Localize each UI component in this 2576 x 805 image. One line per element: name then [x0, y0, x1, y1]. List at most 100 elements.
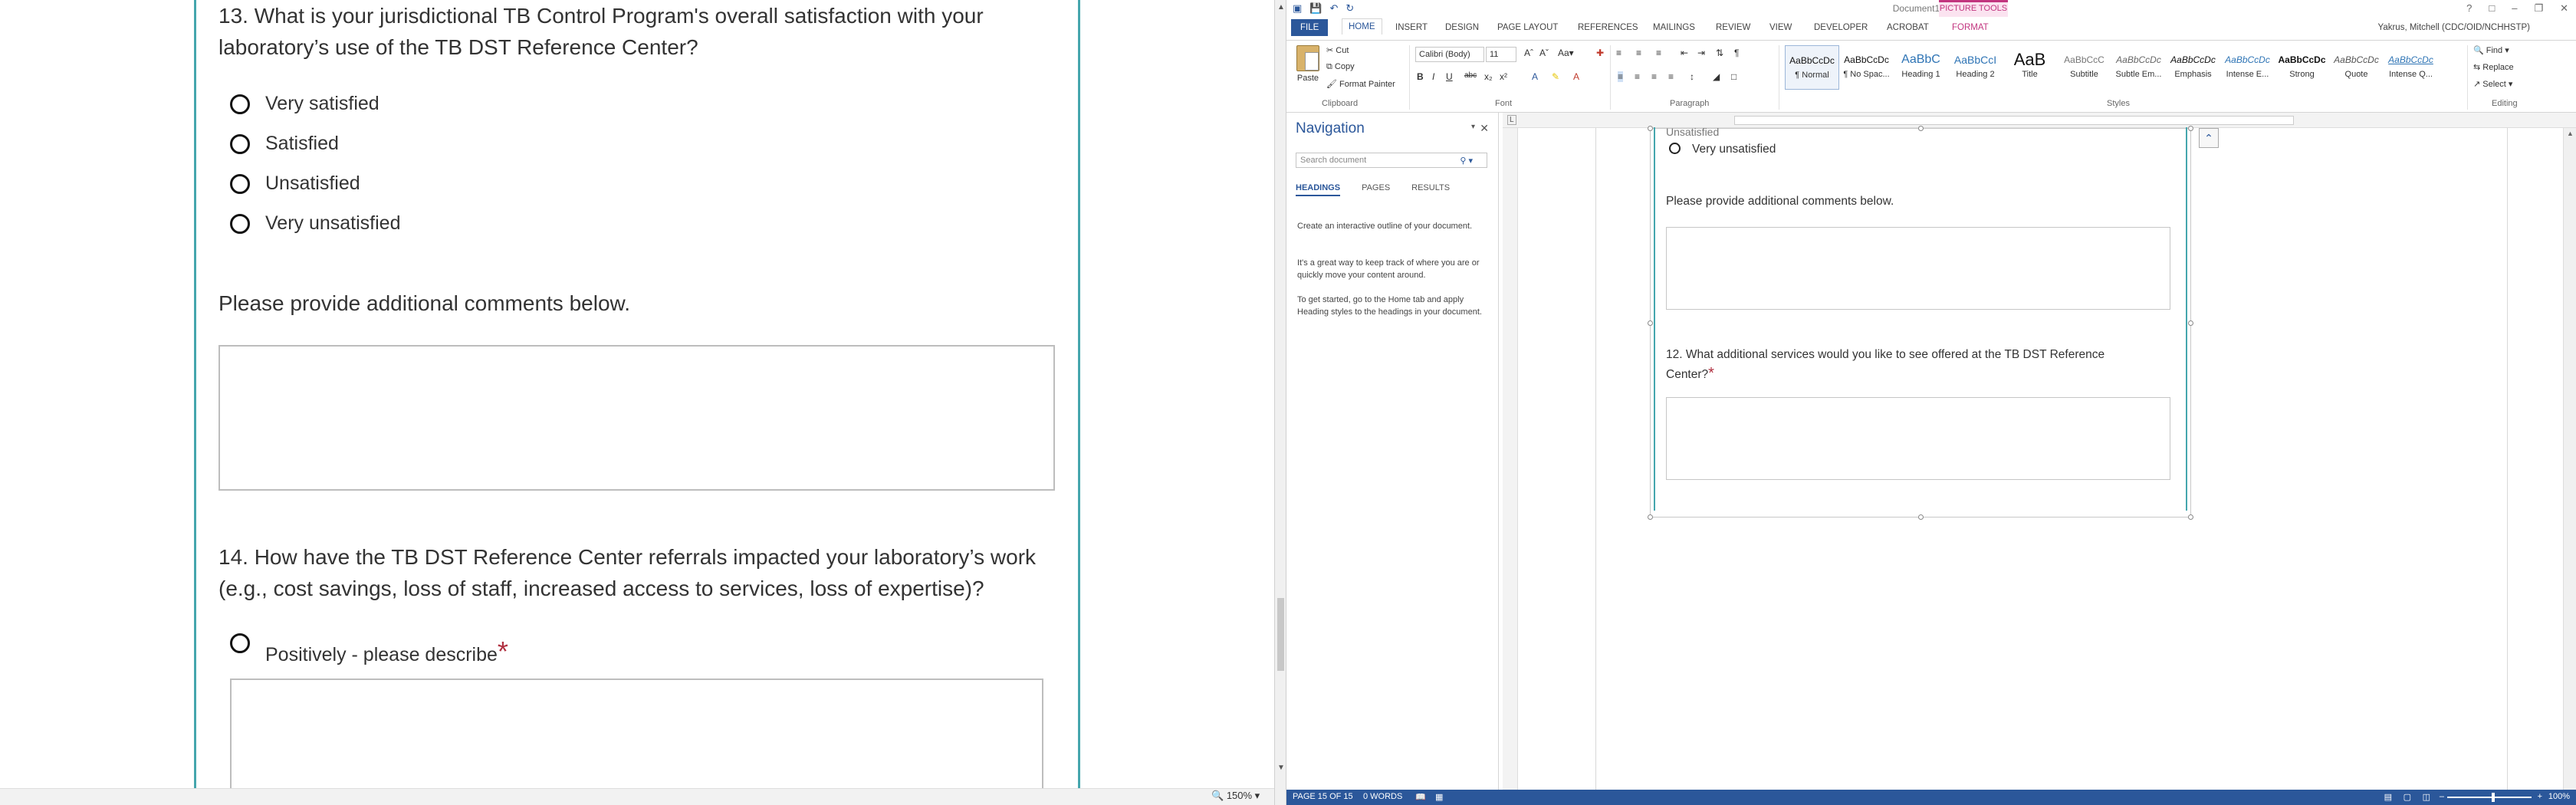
style-quote[interactable]: AaBbCcDc Quote	[2329, 45, 2384, 90]
style-subtle-emphasis[interactable]: AaBbCcDc Subtle Em...	[2111, 45, 2166, 90]
highlight-icon[interactable]: ✎	[1552, 71, 1559, 82]
tab-page-layout[interactable]: PAGE LAYOUT	[1497, 23, 1558, 32]
page-indicator[interactable]: PAGE 15 OF 15	[1293, 792, 1353, 801]
bold-button[interactable]: B	[1417, 71, 1424, 82]
radio-button[interactable]	[230, 94, 250, 114]
borders-icon[interactable]: □	[1731, 71, 1737, 82]
resize-handle[interactable]	[2188, 320, 2193, 326]
browser-vertical-scrollbar[interactable]: ▲ ▼	[1274, 0, 1286, 805]
zoom-slider[interactable]	[2447, 793, 2532, 802]
tab-home[interactable]: HOME	[1342, 18, 1382, 34]
style-title[interactable]: AaB Title	[2003, 45, 2057, 90]
document-vertical-scrollbar[interactable]: ▲	[2563, 128, 2576, 790]
proofing-icon[interactable]: 📖	[1415, 792, 1426, 802]
web-layout-icon[interactable]: ◫	[2423, 792, 2430, 802]
tab-view[interactable]: VIEW	[1769, 23, 1792, 32]
shading-icon[interactable]: ◢	[1713, 71, 1720, 82]
replace-button[interactable]: ⇆ Replace	[2473, 62, 2514, 72]
align-right-icon[interactable]: ≡	[1651, 71, 1657, 82]
font-color-icon[interactable]: A	[1573, 71, 1579, 82]
line-spacing-icon[interactable]: ↕	[1690, 71, 1694, 82]
scrollbar-thumb[interactable]	[1277, 598, 1284, 671]
layout-options-icon[interactable]: ⌃	[2199, 128, 2219, 148]
style-emphasis[interactable]: AaBbCcDc Emphasis	[2166, 45, 2220, 90]
style-intense-emphasis[interactable]: AaBbCcDc Intense E...	[2220, 45, 2275, 90]
resize-handle[interactable]	[1648, 126, 1653, 131]
grow-font-icon[interactable]: Aˆ	[1524, 48, 1533, 58]
underline-button[interactable]: U	[1446, 71, 1453, 82]
find-button[interactable]: 🔍 Find ▾	[2473, 45, 2509, 55]
zoom-out-icon[interactable]: –	[2440, 792, 2444, 801]
tab-pages[interactable]: PAGES	[1362, 183, 1390, 196]
superscript-button[interactable]: x²	[1500, 71, 1507, 82]
change-case-icon[interactable]: Aa▾	[1558, 48, 1574, 58]
style-heading-2[interactable]: AaBbCcI Heading 2	[1948, 45, 2003, 90]
positively-textarea[interactable]	[230, 678, 1043, 794]
shrink-font-icon[interactable]: Aˇ	[1539, 48, 1549, 58]
resize-handle[interactable]	[2188, 514, 2193, 520]
user-name[interactable]: Yakrus, Mitchell (CDC/OID/NCHHSTP)	[2378, 23, 2531, 32]
macro-icon[interactable]: ▦	[1435, 792, 1443, 802]
restore-icon[interactable]: ❐	[2534, 2, 2543, 15]
tab-results[interactable]: RESULTS	[1411, 183, 1450, 196]
close-pane-icon[interactable]: ✕	[1480, 122, 1489, 135]
align-left-icon[interactable]: ≡	[1618, 71, 1624, 82]
resize-handle[interactable]	[1648, 514, 1653, 520]
radio-button[interactable]	[230, 173, 250, 194]
tab-references[interactable]: REFERENCES	[1578, 23, 1638, 32]
word-count[interactable]: 0 WORDS	[1363, 792, 1402, 801]
clear-formatting-icon[interactable]: ✚	[1596, 48, 1604, 58]
cut-button[interactable]: ✂ Cut	[1326, 45, 1349, 55]
format-painter-button[interactable]: 🖌 Format Painter	[1326, 79, 1395, 89]
copy-button[interactable]: ⧉ Copy	[1326, 62, 1355, 72]
browser-zoom-level[interactable]: 🔍 150% ▾	[1211, 790, 1260, 802]
style-strong[interactable]: AaBbCcDc Strong	[2275, 45, 2329, 90]
sort-icon[interactable]: ⇅	[1716, 48, 1723, 58]
tab-headings[interactable]: HEADINGS	[1296, 183, 1341, 196]
resize-handle[interactable]	[1648, 320, 1653, 326]
zoom-in-icon[interactable]: +	[2538, 792, 2542, 801]
numbering-icon[interactable]: ≡	[1636, 48, 1641, 58]
radio-button[interactable]	[230, 213, 250, 234]
increase-indent-icon[interactable]: ⇥	[1697, 48, 1705, 58]
bullets-icon[interactable]: ≡	[1616, 48, 1622, 58]
align-center-icon[interactable]: ≡	[1635, 71, 1640, 82]
font-name-select[interactable]: Calibri (Body)	[1415, 47, 1484, 62]
tab-developer[interactable]: DEVELOPER	[1814, 23, 1868, 32]
tab-mailings[interactable]: MAILINGS	[1653, 23, 1695, 32]
subscript-button[interactable]: x₂	[1484, 71, 1493, 82]
tab-selector[interactable]: L	[1507, 115, 1516, 125]
resize-handle[interactable]	[1918, 126, 1924, 131]
text-effects-icon[interactable]: A	[1532, 71, 1538, 82]
font-size-select[interactable]: 11	[1486, 47, 1516, 62]
radio-button[interactable]	[230, 133, 250, 154]
tab-insert[interactable]: INSERT	[1395, 23, 1428, 32]
tab-review[interactable]: REVIEW	[1716, 23, 1750, 32]
close-icon[interactable]: ✕	[2560, 2, 2568, 15]
style-normal[interactable]: AaBbCcDc ¶ Normal	[1785, 45, 1839, 90]
pane-options-icon[interactable]: ▾	[1471, 123, 1475, 131]
document-page[interactable]: Unsatisfied Very unsatisfied Please prov…	[1595, 126, 2508, 790]
radio-button[interactable]	[230, 633, 250, 653]
style-intense-quote[interactable]: AaBbCcDc Intense Q...	[2384, 45, 2438, 90]
tab-file[interactable]: FILE	[1291, 19, 1329, 36]
option-very-satisfied[interactable]: Very satisfied	[230, 93, 380, 115]
style-subtitle[interactable]: AaBbCcC Subtitle	[2057, 45, 2111, 90]
tab-acrobat[interactable]: ACROBAT	[1887, 23, 1929, 32]
select-button[interactable]: ↗ Select ▾	[2473, 79, 2512, 89]
scroll-down-icon[interactable]: ▼	[1277, 764, 1285, 772]
print-layout-icon[interactable]: ▢	[2404, 792, 2411, 802]
style-heading-1[interactable]: AaBbC Heading 1	[1894, 45, 1948, 90]
ribbon-display-icon[interactable]: □	[2489, 2, 2495, 15]
option-satisfied[interactable]: Satisfied	[230, 133, 339, 155]
scroll-up-icon[interactable]: ▲	[2567, 130, 2574, 137]
read-mode-icon[interactable]: ▤	[2384, 792, 2392, 802]
resize-handle[interactable]	[2188, 126, 2193, 131]
resize-handle[interactable]	[1918, 514, 1924, 520]
comments-textarea[interactable]	[219, 345, 1055, 491]
help-icon[interactable]: ?	[2466, 2, 2472, 15]
paste-button[interactable]: Paste	[1294, 45, 1322, 91]
tab-design[interactable]: DESIGN	[1445, 23, 1479, 32]
option-unsatisfied[interactable]: Unsatisfied	[230, 172, 360, 195]
italic-button[interactable]: I	[1432, 71, 1434, 82]
